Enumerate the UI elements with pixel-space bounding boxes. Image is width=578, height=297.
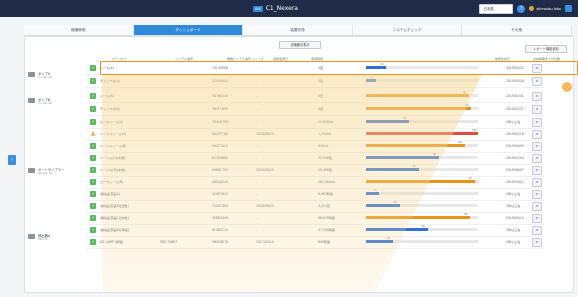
ok-status-icon: ✓ (90, 179, 96, 185)
usage-progress-label: 93 (464, 213, 468, 216)
ok-status-icon: ✓ (90, 203, 96, 209)
row-detail-button[interactable]: ≡ (532, 105, 542, 114)
row-detail-button[interactable]: ≡ (532, 190, 542, 199)
group-sub: LC-40D XR (38, 76, 52, 79)
user-menu[interactable]: shimadzu labo (529, 6, 561, 11)
due-date: 1年以上先 (506, 204, 521, 208)
apps-grid-icon[interactable] (565, 5, 572, 12)
top-bar: IIIIII C1_Nexera 日本語 ? shimadzu labo (0, 0, 578, 17)
usage-progress-label: 97 (468, 177, 472, 180)
main-tabs: 機器稼働 ダッシュボード 装置状態 システムチェック その他 (24, 25, 572, 36)
tab-dashboard[interactable]: ダッシュボード (133, 25, 244, 35)
app-title-area: IIIIII C1_Nexera (253, 4, 298, 13)
ok-status-icon: ✓ (90, 215, 96, 221)
warning-icon: ▲ (90, 130, 96, 137)
ok-status-icon: ✓ (90, 191, 96, 197)
usage-progress-label: 100 (472, 129, 477, 132)
group-sub: SIL-40C XR (38, 172, 53, 175)
callout-dot (562, 82, 572, 92)
group-autosampler: オートサンプラー SIL-40C XR (28, 167, 64, 175)
due-date: 2019/01/18 (506, 132, 524, 136)
tab-operation[interactable]: 機器稼働 (24, 25, 134, 35)
row-detail-button[interactable]: ≡ (532, 130, 542, 139)
group-detector-a: 検出器A SPD-40 (28, 233, 50, 241)
report-button[interactable]: レポート機能追加 (525, 45, 567, 53)
due-date: 2019/05/18 (506, 79, 524, 83)
tab-other[interactable]: その他 (462, 25, 572, 35)
group-sub: LC-40D XR (38, 102, 52, 105)
ok-status-icon: ✓ (90, 167, 96, 173)
ok-status-icon: ✓ (90, 155, 96, 161)
due-date: 2019/05/14 (506, 216, 524, 220)
row-detail-button[interactable]: ≡ (532, 118, 542, 127)
show-all-button[interactable]: 全機器を表示 (279, 41, 321, 49)
row-detail-button[interactable]: ≡ (532, 166, 542, 175)
due-date: 1年以上先 (506, 228, 521, 232)
ok-status-icon: ✓ (90, 65, 96, 71)
help-icon[interactable]: ? (517, 4, 526, 13)
ok-status-icon: ✓ (90, 106, 96, 112)
group-sub: SPD-40 (38, 238, 48, 241)
group-pump-a: ポンプA LC-40D XR (28, 71, 52, 79)
tab-system-check[interactable]: システムチェック (352, 25, 463, 35)
row-detail-button[interactable]: ≡ (532, 202, 542, 211)
language-select[interactable]: 日本語 (479, 3, 514, 14)
due-date: 2019/03/11 (506, 180, 524, 184)
row-detail-button[interactable]: ≡ (532, 77, 542, 86)
selected-row-highlight (100, 61, 578, 75)
user-icon (529, 6, 535, 11)
row-detail-button[interactable]: ≡ (532, 238, 542, 247)
row-detail-button[interactable]: ≡ (532, 154, 542, 163)
tab-device-status[interactable]: 装置状態 (243, 25, 353, 35)
ok-status-icon: ✓ (90, 227, 96, 233)
ok-status-icon: ✓ (90, 143, 96, 149)
ok-status-icon: ✓ (90, 93, 96, 99)
side-panel-toggle[interactable]: › (8, 155, 16, 165)
due-date: 1年以上先 (506, 120, 521, 124)
header-right: 日本語 ? shimadzu labo (479, 3, 572, 14)
row-detail-button[interactable]: ≡ (532, 92, 542, 101)
due-date: 2019/01/31 (506, 94, 524, 98)
due-date: 1年以上先 (506, 240, 521, 244)
usage-progress-label: 55 (421, 225, 425, 228)
pump-icon (28, 98, 35, 103)
usage-progress-label: 88 (458, 141, 462, 144)
detector-icon (28, 234, 35, 239)
due-date: 2019/02/04 (506, 156, 524, 160)
row-detail-button[interactable]: ≡ (532, 214, 542, 223)
row-detail-button[interactable]: ≡ (532, 178, 542, 187)
row-detail-button[interactable]: ≡ (532, 142, 542, 151)
group-pump-b: ポンプB LC-40D XR (28, 97, 52, 105)
row-detail-button[interactable]: ≡ (532, 226, 542, 235)
due-date: 2019/02/27 (506, 107, 524, 111)
due-date: 1年以上先 (506, 192, 521, 196)
app-title: C1_Nexera (265, 5, 298, 12)
autosampler-icon (28, 168, 35, 173)
app-badge: IIIIII (253, 5, 263, 12)
user-name: shimadzu labo (536, 6, 561, 11)
ok-status-icon: ✓ (90, 119, 96, 125)
due-date: 2019/04/05 (506, 144, 524, 148)
due-date: 2019/06/07 (506, 168, 524, 172)
pump-icon (28, 72, 35, 77)
ok-status-icon: ✓ (90, 78, 96, 84)
ok-status-icon: ✓ (90, 239, 96, 245)
